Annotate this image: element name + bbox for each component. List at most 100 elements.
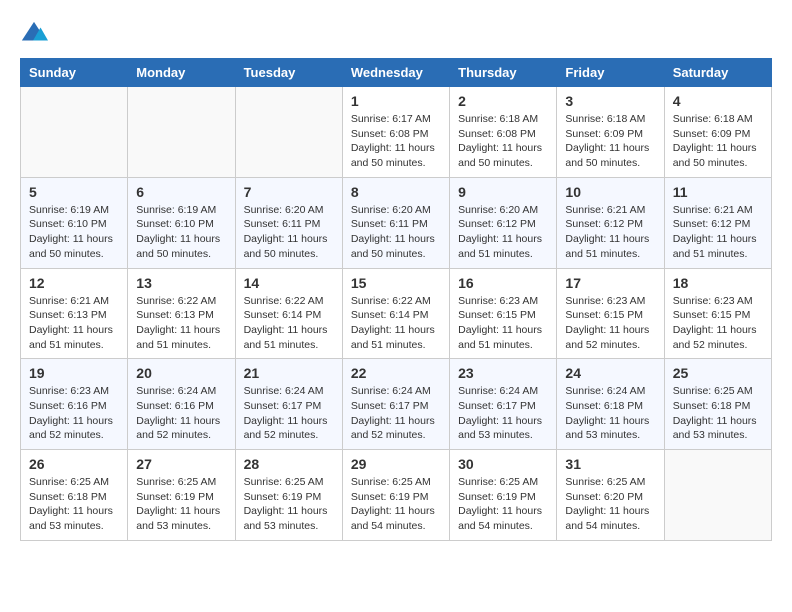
day-info: Sunrise: 6:21 AM Sunset: 6:13 PM Dayligh…	[29, 294, 119, 353]
day-number: 26	[29, 456, 119, 472]
calendar-cell: 12 Sunrise: 6:21 AM Sunset: 6:13 PM Dayli…	[21, 268, 128, 359]
day-info: Sunrise: 6:25 AM Sunset: 6:18 PM Dayligh…	[673, 384, 763, 443]
calendar-week-3: 12 Sunrise: 6:21 AM Sunset: 6:13 PM Dayli…	[21, 268, 772, 359]
calendar-cell: 18 Sunrise: 6:23 AM Sunset: 6:15 PM Dayli…	[664, 268, 771, 359]
calendar-cell: 17Sunrise: 6:23 AM Sunset: 6:15 PM Dayli…	[557, 268, 664, 359]
day-info: Sunrise: 6:25 AM Sunset: 6:20 PM Dayligh…	[565, 475, 655, 534]
day-number: 31	[565, 456, 655, 472]
calendar-cell: 16 Sunrise: 6:23 AM Sunset: 6:15 PM Dayli…	[450, 268, 557, 359]
day-info: Sunrise: 6:23 AM Sunset: 6:16 PM Dayligh…	[29, 384, 119, 443]
calendar-week-1: 1 Sunrise: 6:17 AM Sunset: 6:08 PM Daylig…	[21, 87, 772, 178]
calendar-cell: 26Sunrise: 6:25 AM Sunset: 6:18 PM Dayli…	[21, 450, 128, 541]
day-number: 28	[244, 456, 334, 472]
day-info: Sunrise: 6:22 AM Sunset: 6:13 PM Dayligh…	[136, 294, 226, 353]
day-number: 17	[565, 275, 655, 291]
calendar-cell	[128, 87, 235, 178]
calendar-cell: 20 Sunrise: 6:24 AM Sunset: 6:16 PM Dayli…	[128, 359, 235, 450]
day-number: 21	[244, 365, 334, 381]
calendar-cell: 1 Sunrise: 6:17 AM Sunset: 6:08 PM Daylig…	[342, 87, 449, 178]
calendar-cell: 14 Sunrise: 6:22 AM Sunset: 6:14 PM Dayli…	[235, 268, 342, 359]
day-number: 7	[244, 184, 334, 200]
day-info: Sunrise: 6:25 AM Sunset: 6:19 PM Dayligh…	[351, 475, 441, 534]
calendar-week-4: 19 Sunrise: 6:23 AM Sunset: 6:16 PM Dayli…	[21, 359, 772, 450]
logo	[20, 20, 52, 48]
calendar-cell: 31 Sunrise: 6:25 AM Sunset: 6:20 PM Dayli…	[557, 450, 664, 541]
weekday-header-thursday: Thursday	[450, 59, 557, 87]
day-info: Sunrise: 6:18 AM Sunset: 6:09 PM Dayligh…	[673, 112, 763, 171]
day-info: Sunrise: 6:23 AM Sunset: 6:15 PM Dayligh…	[458, 294, 548, 353]
calendar-cell	[21, 87, 128, 178]
day-number: 8	[351, 184, 441, 200]
calendar-cell: 27Sunrise: 6:25 AM Sunset: 6:19 PM Dayli…	[128, 450, 235, 541]
day-info: Sunrise: 6:17 AM Sunset: 6:08 PM Dayligh…	[351, 112, 441, 171]
weekday-header-tuesday: Tuesday	[235, 59, 342, 87]
day-number: 2	[458, 93, 548, 109]
day-number: 1	[351, 93, 441, 109]
calendar-cell: 24 Sunrise: 6:24 AM Sunset: 6:18 PM Dayli…	[557, 359, 664, 450]
day-number: 29	[351, 456, 441, 472]
day-number: 27	[136, 456, 226, 472]
day-info: Sunrise: 6:18 AM Sunset: 6:09 PM Dayligh…	[565, 112, 655, 171]
day-number: 24	[565, 365, 655, 381]
weekday-header-saturday: Saturday	[664, 59, 771, 87]
calendar-cell: 10 Sunrise: 6:21 AM Sunset: 6:12 PM Dayli…	[557, 177, 664, 268]
day-number: 14	[244, 275, 334, 291]
day-number: 6	[136, 184, 226, 200]
calendar-cell: 3 Sunrise: 6:18 AM Sunset: 6:09 PM Daylig…	[557, 87, 664, 178]
day-info: Sunrise: 6:19 AM Sunset: 6:10 PM Dayligh…	[136, 203, 226, 262]
calendar-week-5: 26Sunrise: 6:25 AM Sunset: 6:18 PM Dayli…	[21, 450, 772, 541]
day-number: 12	[29, 275, 119, 291]
day-info: Sunrise: 6:24 AM Sunset: 6:17 PM Dayligh…	[244, 384, 334, 443]
calendar-cell: 28Sunrise: 6:25 AM Sunset: 6:19 PM Dayli…	[235, 450, 342, 541]
calendar-cell: 2 Sunrise: 6:18 AM Sunset: 6:08 PM Daylig…	[450, 87, 557, 178]
weekday-header-wednesday: Wednesday	[342, 59, 449, 87]
day-number: 10	[565, 184, 655, 200]
calendar-cell: 25 Sunrise: 6:25 AM Sunset: 6:18 PM Dayli…	[664, 359, 771, 450]
day-info: Sunrise: 6:25 AM Sunset: 6:19 PM Dayligh…	[458, 475, 548, 534]
day-number: 11	[673, 184, 763, 200]
day-number: 15	[351, 275, 441, 291]
day-info: Sunrise: 6:24 AM Sunset: 6:18 PM Dayligh…	[565, 384, 655, 443]
day-number: 19	[29, 365, 119, 381]
day-number: 3	[565, 93, 655, 109]
day-info: Sunrise: 6:23 AM Sunset: 6:15 PM Dayligh…	[673, 294, 763, 353]
calendar-cell: 5Sunrise: 6:19 AM Sunset: 6:10 PM Daylig…	[21, 177, 128, 268]
day-info: Sunrise: 6:22 AM Sunset: 6:14 PM Dayligh…	[244, 294, 334, 353]
day-number: 22	[351, 365, 441, 381]
calendar-cell	[664, 450, 771, 541]
day-info: Sunrise: 6:22 AM Sunset: 6:14 PM Dayligh…	[351, 294, 441, 353]
calendar-cell: 7 Sunrise: 6:20 AM Sunset: 6:11 PM Daylig…	[235, 177, 342, 268]
calendar-header-row: SundayMondayTuesdayWednesdayThursdayFrid…	[21, 59, 772, 87]
day-number: 30	[458, 456, 548, 472]
day-info: Sunrise: 6:24 AM Sunset: 6:17 PM Dayligh…	[458, 384, 548, 443]
page-header	[20, 20, 772, 48]
calendar-cell: 11 Sunrise: 6:21 AM Sunset: 6:12 PM Dayli…	[664, 177, 771, 268]
calendar-week-2: 5Sunrise: 6:19 AM Sunset: 6:10 PM Daylig…	[21, 177, 772, 268]
day-info: Sunrise: 6:21 AM Sunset: 6:12 PM Dayligh…	[565, 203, 655, 262]
day-number: 25	[673, 365, 763, 381]
calendar-cell: 22 Sunrise: 6:24 AM Sunset: 6:17 PM Dayli…	[342, 359, 449, 450]
calendar-cell: 15 Sunrise: 6:22 AM Sunset: 6:14 PM Dayli…	[342, 268, 449, 359]
day-info: Sunrise: 6:24 AM Sunset: 6:16 PM Dayligh…	[136, 384, 226, 443]
day-number: 18	[673, 275, 763, 291]
weekday-header-sunday: Sunday	[21, 59, 128, 87]
day-info: Sunrise: 6:18 AM Sunset: 6:08 PM Dayligh…	[458, 112, 548, 171]
day-info: Sunrise: 6:21 AM Sunset: 6:12 PM Dayligh…	[673, 203, 763, 262]
weekday-header-monday: Monday	[128, 59, 235, 87]
day-info: Sunrise: 6:20 AM Sunset: 6:12 PM Dayligh…	[458, 203, 548, 262]
calendar-cell: 23 Sunrise: 6:24 AM Sunset: 6:17 PM Dayli…	[450, 359, 557, 450]
calendar-cell: 30 Sunrise: 6:25 AM Sunset: 6:19 PM Dayli…	[450, 450, 557, 541]
day-number: 4	[673, 93, 763, 109]
day-number: 9	[458, 184, 548, 200]
day-number: 13	[136, 275, 226, 291]
day-info: Sunrise: 6:20 AM Sunset: 6:11 PM Dayligh…	[351, 203, 441, 262]
day-number: 20	[136, 365, 226, 381]
weekday-header-friday: Friday	[557, 59, 664, 87]
calendar-cell: 19 Sunrise: 6:23 AM Sunset: 6:16 PM Dayli…	[21, 359, 128, 450]
day-number: 23	[458, 365, 548, 381]
calendar-cell: 8 Sunrise: 6:20 AM Sunset: 6:11 PM Daylig…	[342, 177, 449, 268]
day-number: 16	[458, 275, 548, 291]
day-info: Sunrise: 6:24 AM Sunset: 6:17 PM Dayligh…	[351, 384, 441, 443]
calendar-cell: 4 Sunrise: 6:18 AM Sunset: 6:09 PM Daylig…	[664, 87, 771, 178]
day-info: Sunrise: 6:20 AM Sunset: 6:11 PM Dayligh…	[244, 203, 334, 262]
